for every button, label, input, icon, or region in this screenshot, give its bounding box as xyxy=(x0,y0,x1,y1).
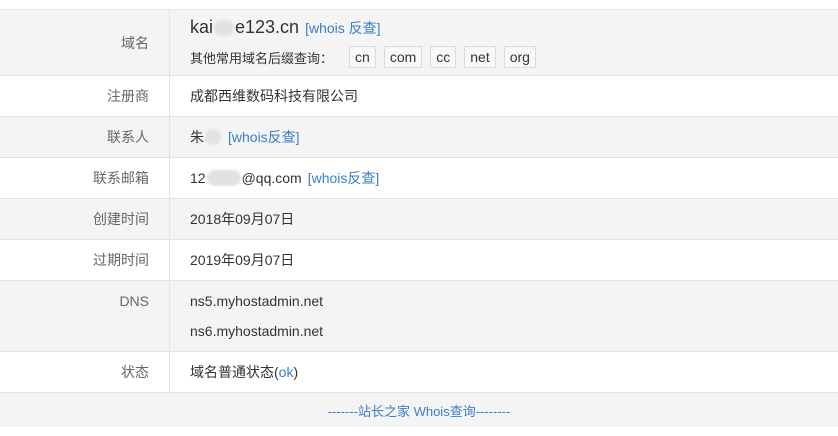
row-expires: 过期时间 2019年09月07日 xyxy=(0,240,838,281)
domain-name-suffix: e123.cn xyxy=(235,17,300,37)
email-whois-link[interactable]: [whois反查] xyxy=(308,168,380,188)
label-dns: DNS xyxy=(0,281,170,351)
status-prefix: 域名普通状态( xyxy=(190,364,279,380)
value-contact: 朱 [whois反查] xyxy=(170,117,838,157)
label-registrar: 注册商 xyxy=(0,76,170,116)
value-email: 12 @qq.com [whois反查] xyxy=(170,158,838,198)
label-created: 创建时间 xyxy=(0,199,170,239)
footer-whois-link[interactable]: -------站长之家 Whois查询-------- xyxy=(328,401,511,420)
value-dns: ns5.myhostadmin.net ns6.myhostadmin.net xyxy=(170,281,838,351)
suffix-cn[interactable]: cn xyxy=(349,46,376,68)
whois-table: 域名 kai e123.cn [whois 反查] 其他常用域名后缀查询： cn … xyxy=(0,9,838,427)
row-contact: 联系人 朱 [whois反查] xyxy=(0,117,838,158)
suffix-query: 其他常用域名后缀查询： cn com cc net org xyxy=(190,46,536,68)
suffix-org[interactable]: org xyxy=(503,46,536,68)
label-expires: 过期时间 xyxy=(0,240,170,280)
email-prefix: 12 xyxy=(190,170,206,186)
domain-whois-link[interactable]: [whois 反查] xyxy=(305,18,380,38)
dns-server: ns5.myhostadmin.net xyxy=(190,293,324,309)
redaction-blur xyxy=(214,19,235,36)
suffix-net[interactable]: net xyxy=(464,46,496,68)
label-domain: 域名 xyxy=(0,10,170,75)
suffix-cc[interactable]: cc xyxy=(430,46,457,68)
row-registrar: 注册商 成都西维数码科技有限公司 xyxy=(0,76,838,117)
row-domain: 域名 kai e123.cn [whois 反查] 其他常用域名后缀查询： cn … xyxy=(0,10,838,76)
value-expires: 2019年09月07日 xyxy=(190,252,295,268)
value-status: 域名普通状态(ok) xyxy=(170,352,838,392)
contact-name: 朱 xyxy=(190,129,204,145)
label-contact: 联系人 xyxy=(0,117,170,157)
dns-server: ns6.myhostadmin.net xyxy=(190,323,324,339)
status-suffix: ) xyxy=(293,364,299,380)
redaction-blur xyxy=(206,170,241,186)
status-ok-link[interactable]: ok xyxy=(279,364,294,380)
redaction-blur xyxy=(205,129,221,145)
footer: -------站长之家 Whois查询-------- xyxy=(0,393,838,427)
row-email: 联系邮箱 12 @qq.com [whois反查] xyxy=(0,158,838,199)
email-suffix: @qq.com xyxy=(241,170,302,186)
label-email: 联系邮箱 xyxy=(0,158,170,198)
label-status: 状态 xyxy=(0,352,170,392)
domain-name-prefix: kai xyxy=(190,17,214,37)
value-domain: kai e123.cn [whois 反查] 其他常用域名后缀查询： cn com… xyxy=(170,10,838,75)
value-created: 2018年09月07日 xyxy=(190,211,295,227)
row-created: 创建时间 2018年09月07日 xyxy=(0,199,838,240)
suffix-com[interactable]: com xyxy=(383,46,423,68)
row-status: 状态 域名普通状态(ok) xyxy=(0,352,838,393)
row-dns: DNS ns5.myhostadmin.net ns6.myhostadmin.… xyxy=(0,281,838,352)
contact-whois-link[interactable]: [whois反查] xyxy=(228,127,300,147)
suffix-prompt: 其他常用域名后缀查询： xyxy=(190,50,334,66)
value-registrar: 成都西维数码科技有限公司 xyxy=(190,88,358,104)
